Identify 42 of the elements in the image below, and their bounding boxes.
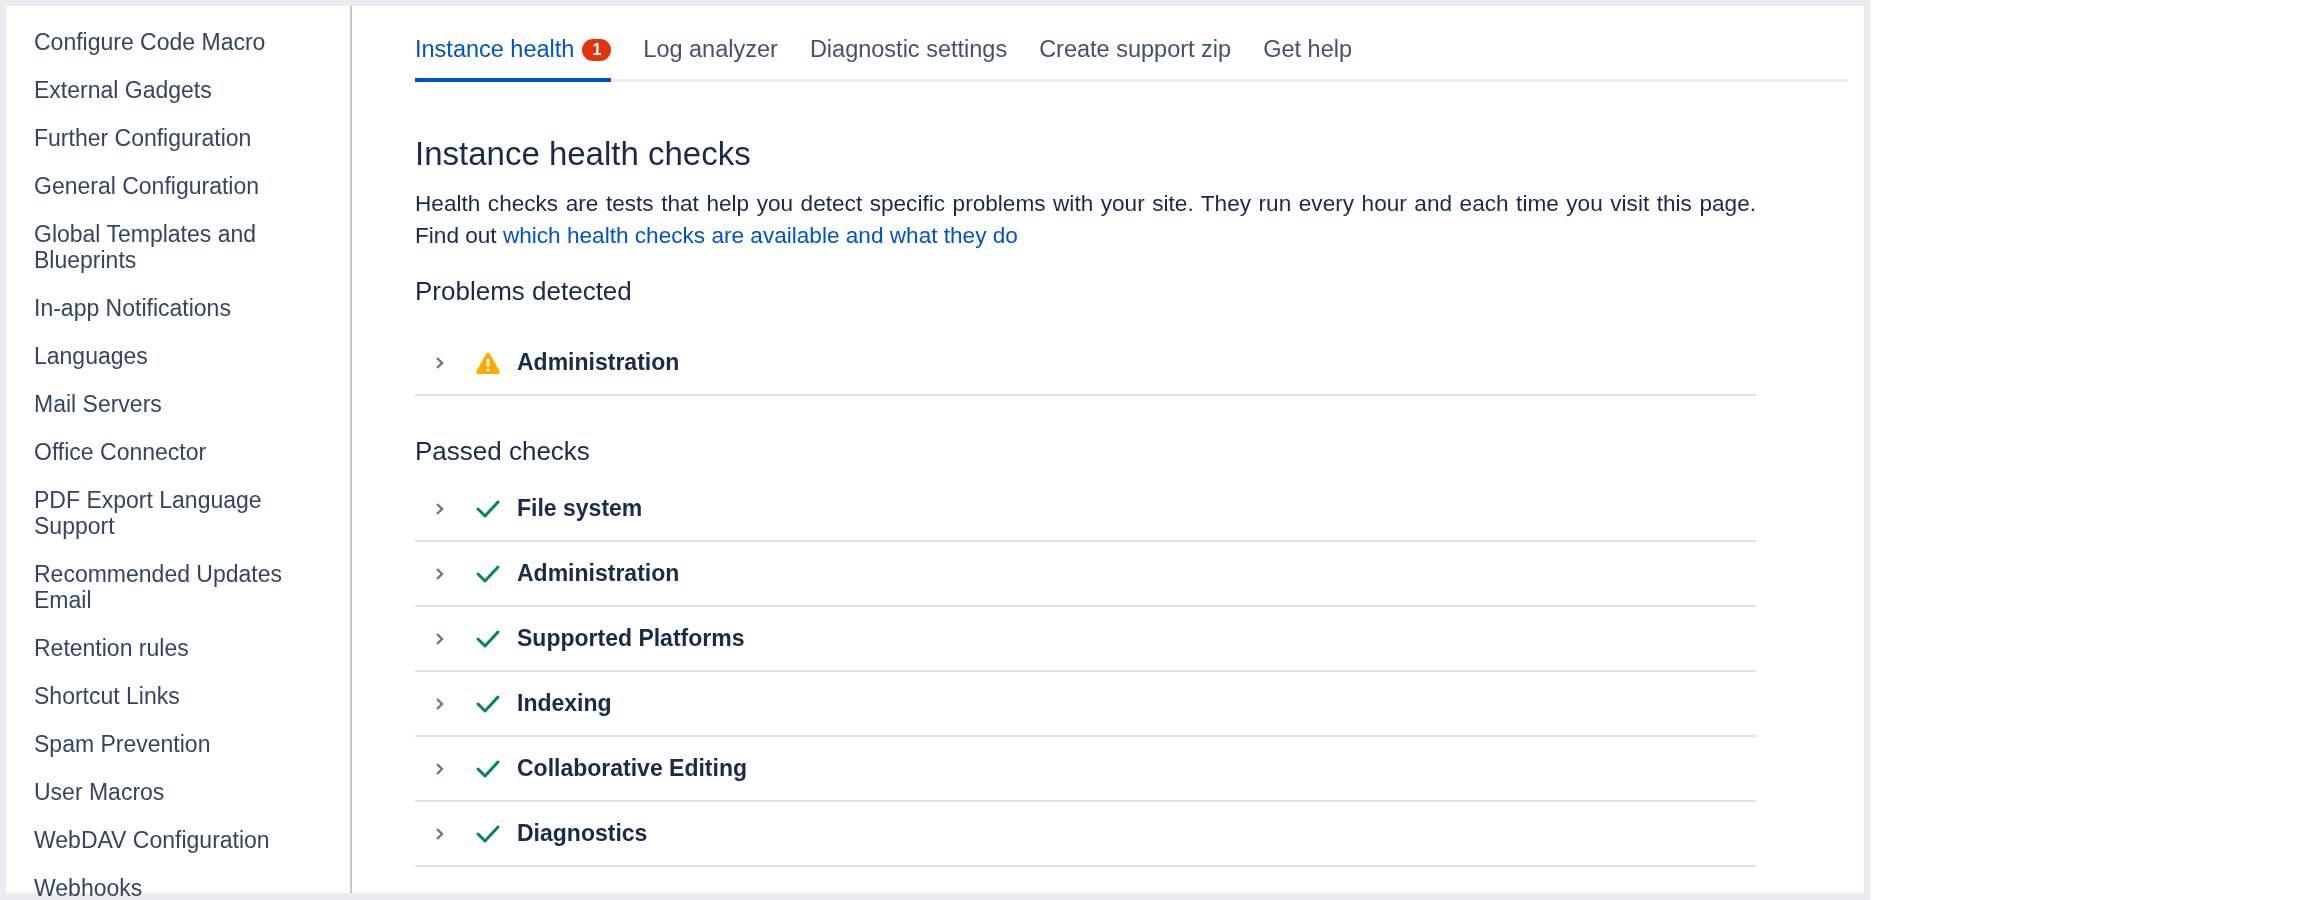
check-name: Supported Platforms	[517, 624, 745, 654]
check-row[interactable]: Administration	[415, 331, 1756, 397]
check-name: Administration	[517, 348, 680, 378]
sidebar-link[interactable]: Webhooks	[34, 864, 334, 900]
section-heading: Passed checks	[415, 436, 591, 468]
check-name: Administration	[517, 559, 680, 589]
tab[interactable]: Get help	[1263, 26, 1352, 83]
sidebar-link[interactable]: Mail Servers	[34, 380, 334, 428]
check-name: Collaborative Editing	[517, 754, 748, 784]
check-row[interactable]: Supported Platforms	[415, 607, 1756, 673]
count-badge: 1	[582, 38, 612, 61]
section-heading: Problems detected	[415, 275, 633, 308]
sidebar-link[interactable]: Recommended Updates Email	[34, 550, 334, 624]
sidebar-link[interactable]: Spam Prevention	[34, 720, 334, 768]
check-name: Diagnostics	[517, 819, 648, 849]
sidebar-link[interactable]: WebDAV Configuration	[34, 816, 334, 864]
sidebar-link[interactable]: Global Templates and Blueprints	[34, 210, 334, 284]
sidebar-link[interactable]: Shortcut Links	[34, 672, 334, 720]
tab[interactable]: Instance health 1	[415, 26, 612, 83]
check-row[interactable]: Collaborative Editing	[415, 737, 1756, 803]
sidebar-link[interactable]: User Macros	[34, 768, 334, 816]
sidebar-link[interactable]: General Configuration	[34, 162, 334, 210]
tab[interactable]: Diagnostic settings	[809, 26, 1008, 83]
intro-paragraph: Health checks are tests that help you detect specific problems with your site. They run every hour and each time you visit this page. Find out which health checks are available and what they do	[415, 189, 1756, 250]
sidebar-link[interactable]: Office Connector	[34, 428, 334, 476]
sidebar-link[interactable]: Configure Code Macro	[34, 18, 334, 66]
sidebar-link[interactable]: Languages	[34, 332, 334, 380]
check-name: File system	[517, 494, 643, 524]
check-row[interactable]: Diagnostics	[415, 802, 1756, 868]
tab[interactable]: Log analyzer	[643, 26, 778, 83]
sidebar-link[interactable]: In-app Notifications	[34, 284, 334, 332]
page-title: Instance health checks	[415, 134, 752, 174]
check-row[interactable]: Indexing	[415, 672, 1756, 738]
sidebar-link[interactable]: External Gadgets	[34, 66, 334, 114]
check-row[interactable]: Administration	[415, 542, 1756, 608]
sidebar-link[interactable]: PDF Export Language Support	[34, 476, 334, 550]
check-name: Indexing	[517, 689, 612, 719]
tab[interactable]: Create support zip	[1039, 26, 1232, 83]
help-link[interactable]: which health checks are available and what they do	[502, 222, 1018, 248]
check-row[interactable]: File system	[415, 477, 1756, 543]
sidebar-link[interactable]: Retention rules	[34, 624, 334, 672]
sidebar-link[interactable]: Further Configuration	[34, 114, 334, 162]
